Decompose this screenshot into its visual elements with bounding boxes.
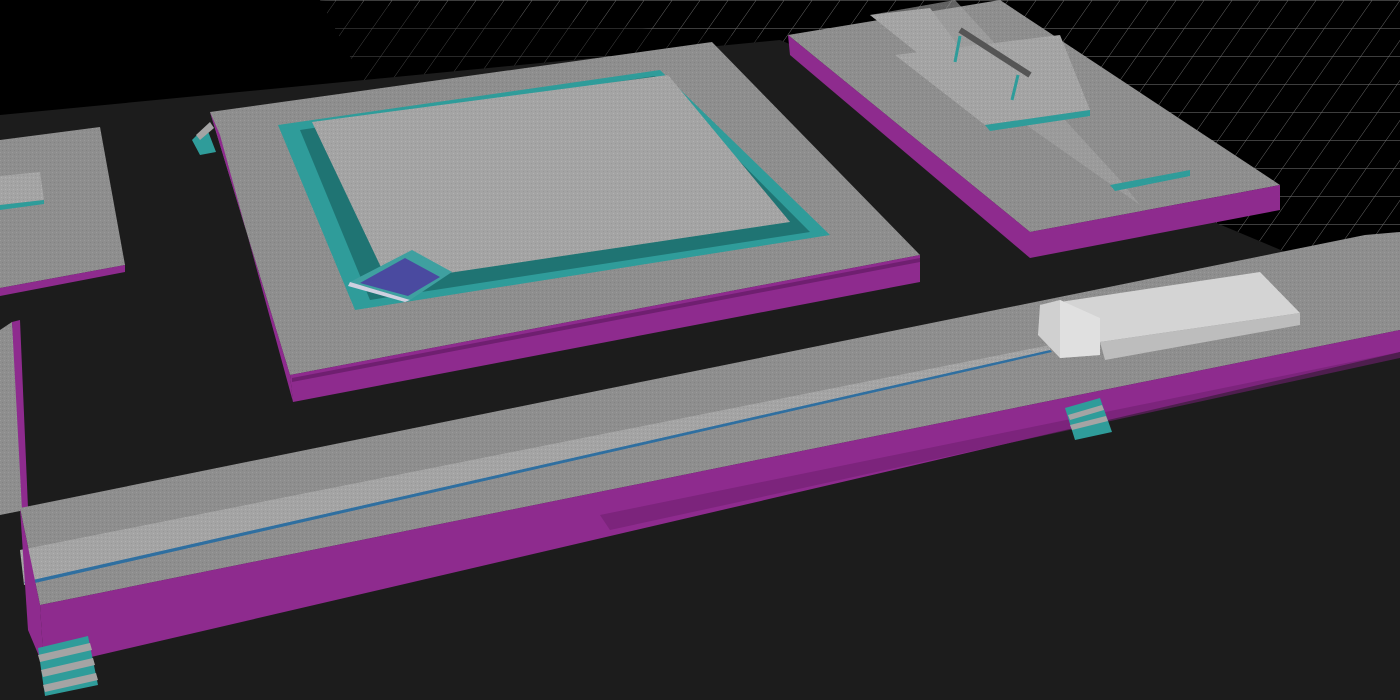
- scene-3d-view[interactable]: [0, 0, 1400, 700]
- level-editor-viewport[interactable]: [0, 0, 1400, 700]
